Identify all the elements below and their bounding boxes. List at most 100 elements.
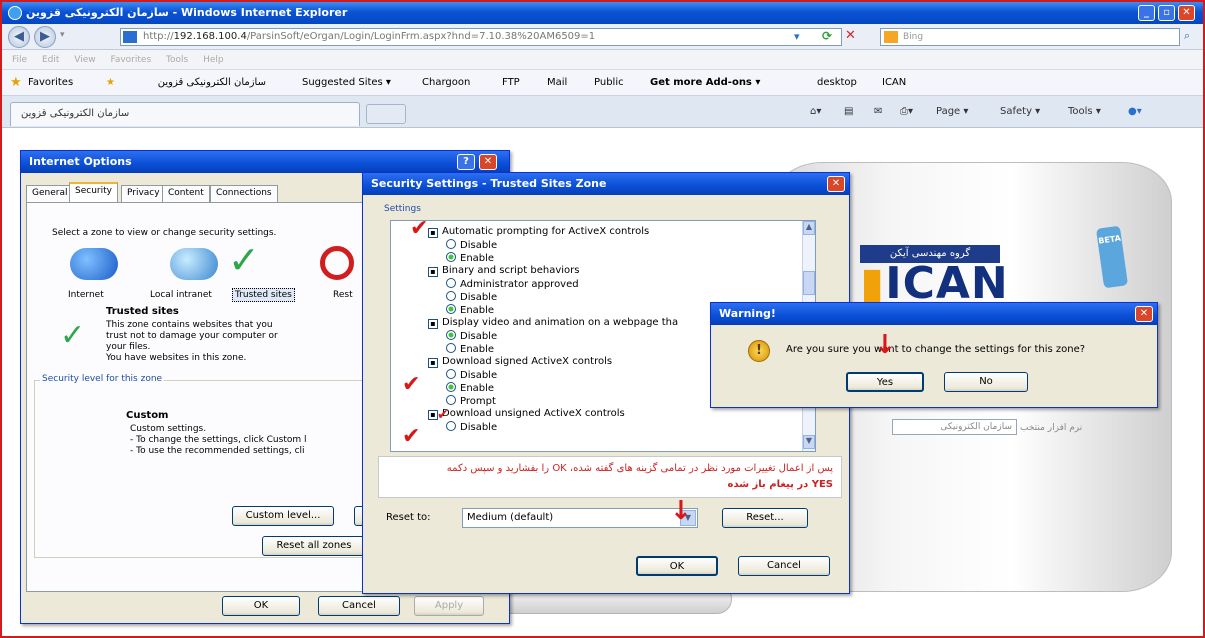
zone-restricted-label[interactable]: Rest — [333, 290, 353, 300]
help-icon[interactable]: ●▾ — [1128, 102, 1142, 122]
setting-radio-option[interactable]: Administrator approved — [446, 278, 579, 290]
safety-menu[interactable]: Safety ▾ — [1000, 102, 1040, 122]
fav-link-public[interactable]: Public — [594, 70, 624, 96]
search-icon[interactable]: ⌕ — [1184, 29, 1190, 43]
close-window-button[interactable]: ✕ — [1178, 5, 1195, 21]
tab-security[interactable]: Security — [69, 182, 118, 202]
setting-radio-option[interactable]: Enable — [446, 304, 494, 316]
add-favorite-icon[interactable]: ★ — [106, 70, 115, 96]
setting-radio-option[interactable]: Disable — [446, 369, 497, 381]
custom-level-button[interactable]: Custom level... — [232, 506, 334, 526]
tab-connections[interactable]: Connections — [210, 185, 278, 202]
menu-favorites[interactable]: Favorites — [110, 55, 151, 65]
setting-radio-option[interactable]: Disable — [446, 330, 497, 342]
zone-heading: Trusted sites — [106, 306, 179, 317]
stop-icon[interactable]: ✕ — [845, 28, 856, 43]
setting-group-header[interactable]: ▪ Download unsigned ActiveX controls — [428, 408, 625, 420]
internet-zone-icon[interactable] — [70, 248, 118, 280]
ss-cancel-button[interactable]: Cancel — [738, 556, 830, 576]
search-input[interactable]: Bing — [880, 28, 1180, 46]
menu-tools[interactable]: Tools — [166, 55, 188, 65]
io-cancel-button[interactable]: Cancel — [318, 596, 400, 616]
setting-radio-option[interactable]: Prompt — [446, 395, 496, 407]
new-tab-button[interactable] — [366, 104, 406, 124]
ss-ok-button[interactable]: OK — [636, 556, 718, 576]
intranet-zone-icon[interactable] — [170, 248, 218, 280]
setting-radio-option[interactable]: Enable — [446, 252, 494, 264]
fav-link-desktop[interactable]: desktop — [817, 70, 857, 96]
minimize-button[interactable]: _ — [1138, 5, 1155, 21]
warning-close-button[interactable]: ✕ — [1135, 306, 1153, 322]
menu-help[interactable]: Help — [203, 55, 224, 65]
zone-trusted-label[interactable]: Trusted sites — [232, 288, 295, 302]
radio-button-icon[interactable] — [446, 369, 456, 379]
radio-button-icon[interactable] — [446, 304, 456, 314]
setting-group-header[interactable]: ▪ Automatic prompting for ActiveX control… — [428, 226, 649, 238]
page-menu[interactable]: Page ▾ — [936, 102, 968, 122]
no-button[interactable]: No — [944, 372, 1028, 392]
setting-group-header[interactable]: ▪ Display video and animation on a webpag… — [428, 317, 678, 329]
reset-level-select[interactable]: Medium (default) — [462, 508, 698, 528]
help-button[interactable]: ? — [457, 154, 475, 170]
fav-link-ftp[interactable]: FTP — [502, 70, 520, 96]
zone-intranet-label[interactable]: Local intranet — [150, 290, 212, 300]
fav-link-chargoon[interactable]: Chargoon — [422, 70, 470, 96]
custom-text: Custom settings. - To change the setting… — [130, 424, 307, 456]
favorites-bar: ★ Favorites ★ سازمان الکترونیکی قزوین Su… — [2, 70, 1203, 96]
io-apply-button[interactable]: Apply — [414, 596, 484, 616]
setting-radio-option[interactable]: Disable — [446, 239, 497, 251]
compatibility-icon[interactable]: ▾ — [794, 30, 800, 43]
tab-privacy[interactable]: Privacy — [121, 185, 166, 202]
back-button[interactable]: ◀ — [8, 26, 30, 48]
address-input[interactable]: http://192.168.100.4/ParsinSoft/eOrgan/L… — [120, 28, 842, 46]
mail-icon[interactable]: ✉ — [874, 102, 882, 122]
radio-button-icon[interactable] — [446, 330, 456, 340]
zone-internet-label[interactable]: Internet — [68, 290, 104, 300]
software-select[interactable]: سازمان الکترونیکی — [892, 419, 1017, 435]
security-level-group — [34, 380, 364, 558]
maximize-button[interactable]: ▫ — [1158, 5, 1175, 21]
setting-group-header[interactable]: ▪ Download signed ActiveX controls — [428, 356, 612, 368]
yes-button[interactable]: Yes — [846, 372, 924, 392]
fav-link-qazvin[interactable]: سازمان الکترونیکی قزوین — [126, 70, 266, 96]
reset-button[interactable]: Reset... — [722, 508, 808, 528]
ss-close-button[interactable]: ✕ — [827, 176, 845, 192]
setting-text: Enable — [460, 253, 495, 264]
tab-general[interactable]: General — [26, 185, 74, 202]
history-dropdown-icon[interactable]: ▾ — [60, 30, 72, 42]
close-dialog-button[interactable]: ✕ — [479, 154, 497, 170]
menu-edit[interactable]: Edit — [42, 55, 59, 65]
trusted-sites-icon[interactable]: ✓ — [228, 240, 260, 280]
radio-button-icon[interactable] — [446, 382, 456, 392]
refresh-icon[interactable]: ⟳ — [822, 29, 832, 43]
radio-button-icon[interactable] — [446, 291, 456, 301]
favorites-star-icon: ★ — [10, 75, 22, 90]
tools-menu[interactable]: Tools ▾ — [1068, 102, 1101, 122]
radio-button-icon[interactable] — [446, 252, 456, 262]
feeds-icon[interactable]: ▤ — [844, 102, 853, 122]
io-ok-button[interactable]: OK — [222, 596, 300, 616]
menu-view[interactable]: View — [74, 55, 95, 65]
setting-radio-option[interactable]: Disable — [446, 421, 497, 433]
restricted-zone-icon[interactable] — [320, 246, 354, 280]
radio-button-icon[interactable] — [446, 343, 456, 353]
setting-group-header[interactable]: ▪ Binary and script behaviors — [428, 265, 579, 277]
menu-file[interactable]: File — [12, 55, 27, 65]
tab-active[interactable]: سازمان الکترونیکی قزوین — [10, 102, 360, 126]
radio-button-icon[interactable] — [446, 239, 456, 249]
setting-radio-option[interactable]: Disable — [446, 291, 497, 303]
favorites-button[interactable]: Favorites — [28, 70, 73, 96]
tab-content[interactable]: Content — [162, 185, 210, 202]
print-icon[interactable]: ⎙▾ — [900, 102, 913, 122]
fav-link-addons[interactable]: Get more Add-ons ▾ — [650, 70, 760, 96]
fav-link-ican[interactable]: ICAN — [882, 70, 906, 96]
fav-link-suggested[interactable]: Suggested Sites ▾ — [302, 70, 391, 96]
radio-button-icon[interactable] — [446, 278, 456, 288]
home-icon[interactable]: ⌂▾ — [810, 102, 821, 122]
setting-radio-option[interactable]: Enable — [446, 343, 494, 355]
fav-link-mail[interactable]: Mail — [547, 70, 567, 96]
setting-radio-option[interactable]: Enable — [446, 382, 494, 394]
forward-button[interactable]: ▶ — [34, 26, 56, 48]
reset-all-zones-button[interactable]: Reset all zones — [262, 536, 366, 556]
custom-heading: Custom — [126, 410, 169, 421]
